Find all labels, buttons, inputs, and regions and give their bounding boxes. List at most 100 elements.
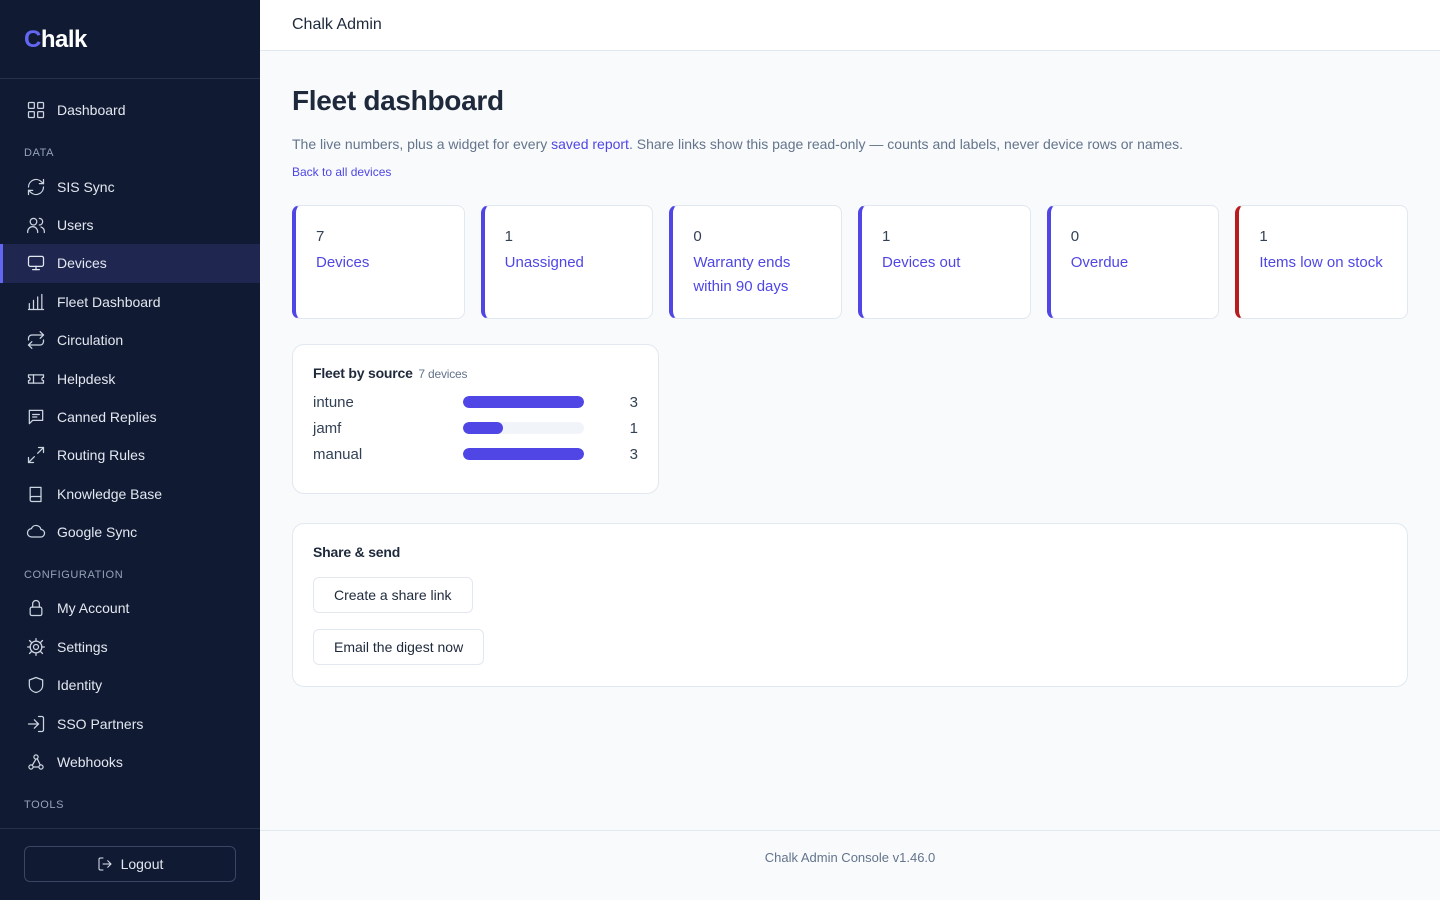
- logout-button[interactable]: Logout: [24, 846, 236, 882]
- sidebar: Chalk Dashboard DATA SIS Sync Users Devices F…: [0, 0, 260, 900]
- stat-card-devices[interactable]: 7 Devices: [292, 205, 465, 319]
- saved-report-link[interactable]: saved report: [551, 136, 629, 152]
- stat-card-overdue[interactable]: 0 Overdue: [1046, 205, 1220, 319]
- gear-icon: [26, 637, 46, 657]
- footer-version: Chalk Admin Console v1.46.0: [764, 850, 936, 865]
- stat-cards: 7 Devices 1 Unassigned 0 Warranty ends within…: [292, 205, 1409, 319]
- brand-logo-text: halk: [40, 26, 88, 53]
- bar-row-manual: manual 3: [313, 441, 638, 467]
- sidebar-item-label: SIS Sync: [57, 178, 115, 195]
- stat-value: 1: [1259, 228, 1268, 245]
- stat-label: Devices out: [882, 254, 961, 271]
- sidebar-item-label: SSO Partners: [57, 715, 144, 732]
- bar-label: intune: [313, 393, 354, 411]
- webhook-icon: [26, 752, 46, 772]
- sidebar-item-label: Helpdesk: [57, 370, 116, 387]
- sidebar-item-label: Identity: [57, 677, 103, 694]
- sidebar-item-devices[interactable]: Devices: [0, 244, 260, 283]
- sidebar-item-helpdesk[interactable]: Helpdesk: [0, 359, 260, 397]
- stat-card-items-low-on-stock[interactable]: 1 Items low on stock: [1235, 205, 1409, 319]
- grid-icon: [26, 100, 46, 120]
- sidebar-item-settings[interactable]: Settings: [0, 628, 260, 666]
- bar-chart-icon: [26, 292, 46, 312]
- stat-label: Items low on stock: [1259, 254, 1383, 271]
- sidebar-item-label: Knowledge Base: [57, 485, 163, 502]
- sidebar-item-canned-replies[interactable]: Canned Replies: [0, 398, 260, 436]
- stat-label: Unassigned: [504, 254, 584, 271]
- brand-logo[interactable]: Chalk: [0, 0, 260, 79]
- sidebar-item-sis-sync[interactable]: SIS Sync: [0, 167, 260, 205]
- book-icon: [26, 484, 46, 504]
- monitor-icon: [26, 253, 46, 273]
- bar-fill: [463, 396, 584, 408]
- sidebar-item-my-account[interactable]: My Account: [0, 589, 260, 627]
- arrows-icon: [26, 445, 46, 465]
- sidebar-item-label: Routing Rules: [57, 447, 145, 464]
- topbar: Chalk Admin: [260, 0, 1440, 51]
- sidebar-item-knowledge-base[interactable]: Knowledge Base: [0, 475, 260, 513]
- sidebar-footer: Logout: [0, 828, 260, 900]
- bar-track: [463, 396, 584, 408]
- logout-icon: [98, 857, 112, 871]
- bar-value: 3: [629, 445, 638, 463]
- fleet-by-source-title: Fleet by source 7 devices: [313, 365, 638, 381]
- bar-fill: [463, 422, 504, 434]
- sidebar-item-webhooks[interactable]: Webhooks: [0, 743, 260, 781]
- sidebar-item-sso-partners[interactable]: SSO Partners: [0, 704, 260, 742]
- bar-fill: [463, 448, 584, 460]
- sidebar-item-dashboard[interactable]: Dashboard: [0, 91, 260, 129]
- topbar-title: Chalk Admin: [292, 16, 382, 33]
- logout-label: Logout: [120, 856, 164, 872]
- sidebar-item-label: Fleet Dashboard: [57, 293, 161, 310]
- users-icon: [26, 215, 46, 235]
- ticket-icon: [26, 369, 46, 389]
- stat-card-warranty-ends-within-90-days[interactable]: 0 Warranty ends within 90 days: [669, 205, 843, 319]
- nav-section-configuration: CONFIGURATION: [24, 569, 124, 582]
- email-digest-button[interactable]: Email the digest now: [313, 629, 485, 665]
- sidebar-item-label: My Account: [57, 600, 130, 617]
- bar-track: [463, 448, 584, 460]
- sidebar-item-fleet-dashboard[interactable]: Fleet Dashboard: [0, 283, 260, 321]
- sidebar-item-identity[interactable]: Identity: [0, 666, 260, 704]
- create-share-link-button[interactable]: Create a share link: [313, 577, 473, 613]
- stat-value: 1: [882, 228, 891, 245]
- bar-row-jamf: jamf 1: [313, 415, 638, 441]
- bar-label: jamf: [313, 419, 342, 437]
- stat-label: Devices: [316, 254, 370, 271]
- page-subtitle: The live numbers, plus a widget for ever…: [292, 136, 1408, 152]
- sidebar-item-circulation[interactable]: Circulation: [0, 321, 260, 359]
- sidebar-nav: Dashboard DATA SIS Sync Users Devices Fleet D…: [0, 91, 260, 819]
- sidebar-item-google-sync[interactable]: Google Sync: [0, 513, 260, 551]
- sidebar-item-label: Google Sync: [57, 524, 138, 541]
- stat-value: 1: [504, 228, 514, 245]
- stat-value: 0: [1070, 228, 1080, 245]
- stat-card-devices-out[interactable]: 1 Devices out: [858, 205, 1031, 319]
- fleet-by-source-chart: intune 3 jamf 1 manual 3: [313, 389, 638, 467]
- repeat-icon: [26, 330, 46, 350]
- sidebar-item-label: Users: [57, 216, 94, 233]
- bar-value: 1: [629, 419, 638, 437]
- message-icon: [26, 407, 46, 427]
- bar-row-intune: intune 3: [313, 389, 638, 415]
- sidebar-item-users[interactable]: Users: [0, 206, 260, 244]
- bar-value: 3: [629, 393, 638, 411]
- sidebar-item-routing-rules[interactable]: Routing Rules: [0, 436, 260, 474]
- nav-section-data: DATA: [24, 147, 55, 160]
- back-to-devices-link[interactable]: Back to all devices: [292, 165, 391, 179]
- share-send-title: Share & send: [313, 544, 401, 560]
- bar-track: [463, 422, 584, 434]
- brand-logo-accent: C: [24, 26, 41, 53]
- cloud-icon: [26, 522, 46, 542]
- sidebar-item-label: Dashboard: [57, 102, 126, 119]
- page-title: Fleet dashboard: [292, 85, 504, 116]
- shield-icon: [26, 675, 46, 695]
- subtitle-text-after: . Share links show this page read-only —…: [628, 136, 1184, 152]
- page-footer: Chalk Admin Console v1.46.0: [260, 830, 1440, 900]
- stat-card-unassigned[interactable]: 1 Unassigned: [480, 205, 654, 319]
- fleet-by-source-heading: Fleet by source: [313, 365, 413, 381]
- bar-label: manual: [313, 445, 363, 463]
- fleet-by-source-card: Fleet by source 7 devices intune 3 jamf 1 ma…: [292, 344, 659, 494]
- sidebar-item-label: Webhooks: [57, 754, 123, 771]
- stat-value: 7: [316, 228, 325, 245]
- login-icon: [26, 714, 46, 734]
